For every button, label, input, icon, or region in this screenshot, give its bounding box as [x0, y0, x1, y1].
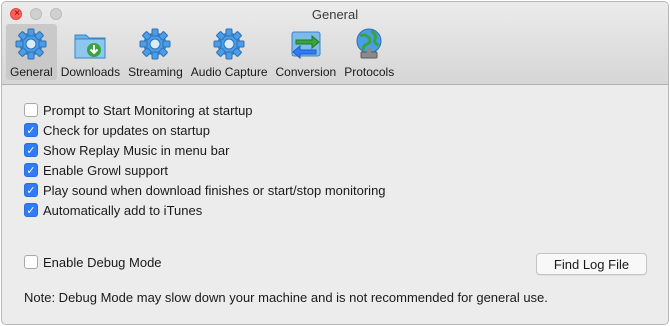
- checkbox[interactable]: [24, 255, 38, 269]
- option-label: Show Replay Music in menu bar: [43, 142, 230, 158]
- checkmark-icon: ✓: [26, 123, 36, 137]
- option-prompt-monitoring[interactable]: Prompt to Start Monitoring at startup: [24, 101, 253, 119]
- window-title: General: [311, 7, 359, 22]
- tab-protocols[interactable]: Protocols: [340, 24, 398, 80]
- download-folder-icon: [74, 34, 106, 59]
- network-globe-icon: [356, 28, 382, 59]
- tab-conversion[interactable]: Conversion: [272, 24, 341, 80]
- checkbox[interactable]: ✓: [24, 183, 38, 197]
- option-label: Check for updates on startup: [43, 122, 210, 138]
- tab-streaming[interactable]: Streaming: [124, 24, 187, 80]
- tab-label: Protocols: [344, 65, 395, 79]
- tab-audio-capture[interactable]: Audio Capture: [187, 24, 272, 80]
- option-label: Enable Debug Mode: [43, 254, 162, 270]
- gear-icon: [15, 28, 47, 60]
- checkmark-icon: ✓: [26, 163, 36, 177]
- checkmark-icon: ✓: [26, 143, 36, 157]
- conversion-arrows-icon: [291, 31, 321, 60]
- tab-general[interactable]: General: [6, 24, 57, 80]
- debug-note: Note: Debug Mode may slow down your mach…: [24, 290, 548, 305]
- option-check-updates[interactable]: ✓ Check for updates on startup: [24, 121, 210, 139]
- gear-icon: [213, 28, 245, 60]
- preferences-toolbar: General Downloads Streaming Audio Captur…: [6, 24, 398, 82]
- tab-label: Audio Capture: [190, 65, 268, 79]
- checkbox[interactable]: ✓: [24, 143, 38, 157]
- find-log-file-button[interactable]: Find Log File: [536, 253, 647, 275]
- option-growl[interactable]: ✓ Enable Growl support: [24, 161, 168, 179]
- checkbox[interactable]: [24, 103, 38, 117]
- tab-label: General: [10, 65, 53, 79]
- gear-icon: [139, 28, 171, 60]
- option-label: Enable Growl support: [43, 162, 169, 178]
- preferences-window: × General General Downloads Streaming Au…: [1, 1, 669, 325]
- checkbox[interactable]: ✓: [24, 163, 38, 177]
- option-add-itunes[interactable]: ✓ Automatically add to iTunes: [24, 201, 202, 219]
- option-label: Automatically add to iTunes: [43, 202, 203, 218]
- checkmark-icon: ✓: [26, 183, 36, 197]
- checkbox[interactable]: ✓: [24, 123, 38, 137]
- checkmark-icon: ✓: [26, 203, 36, 217]
- tab-label: Conversion: [275, 65, 337, 79]
- tab-label: Streaming: [128, 65, 183, 79]
- option-debug-mode[interactable]: Enable Debug Mode: [24, 253, 162, 271]
- option-label: Play sound when download finishes or sta…: [43, 182, 386, 198]
- tab-label: Downloads: [60, 65, 121, 79]
- titlebar: × General General Downloads Streaming Au…: [2, 2, 668, 85]
- option-label: Prompt to Start Monitoring at startup: [43, 102, 253, 118]
- tab-downloads[interactable]: Downloads: [57, 24, 124, 80]
- option-show-menu-bar[interactable]: ✓ Show Replay Music in menu bar: [24, 141, 229, 159]
- checkbox[interactable]: ✓: [24, 203, 38, 217]
- option-play-sound[interactable]: ✓ Play sound when download finishes or s…: [24, 181, 386, 199]
